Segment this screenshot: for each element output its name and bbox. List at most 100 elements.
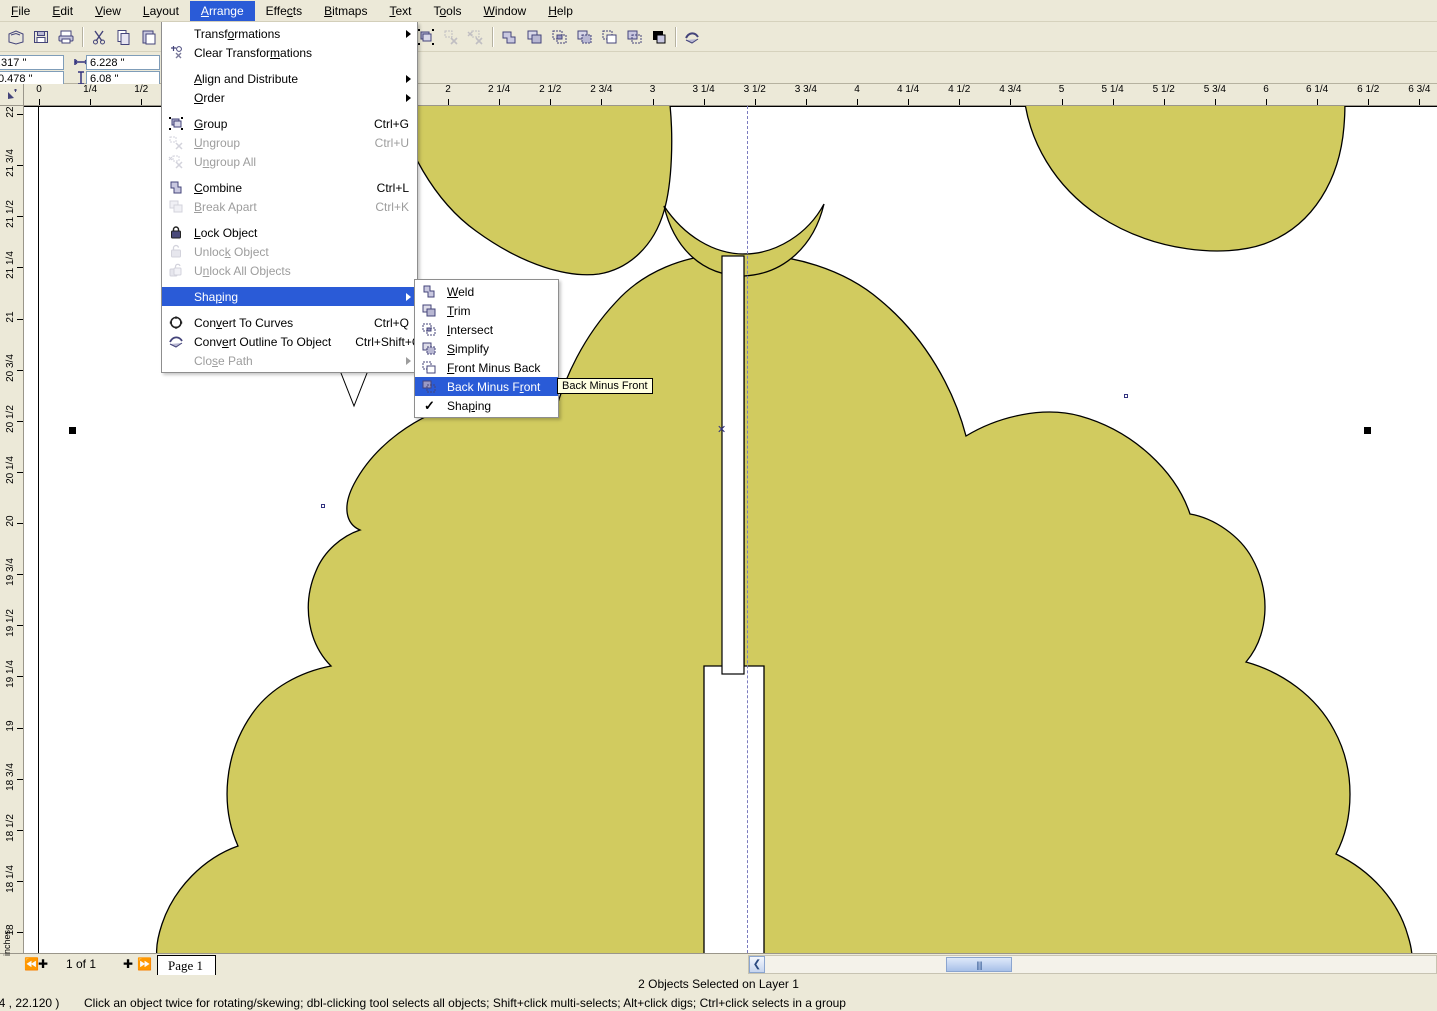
- arrange-menu-item-convert-outline-to-object[interactable]: Convert Outline To Object Ctrl+Shift+Q: [162, 332, 421, 351]
- convert-outline-icon[interactable]: [680, 25, 704, 49]
- shaping-submenu[interactable]: Weld Trim Intersect Simplify Front Minus Bac…: [414, 279, 559, 418]
- arrange-menu-item-clear-transformations[interactable]: Clear Transformations: [162, 43, 417, 62]
- shaping-menu-item-simplify[interactable]: Simplify: [415, 339, 558, 358]
- ruler-tick: [17, 369, 23, 371]
- menu-item-label: Break Apart: [194, 199, 257, 214]
- menubar-item-effects[interactable]: Effects: [255, 1, 313, 21]
- menu-item-label: Trim: [447, 303, 471, 318]
- menubar-item-layout[interactable]: Layout: [132, 1, 190, 21]
- submenu-arrow-icon: [406, 292, 411, 301]
- ruler-label: 21 1/2: [5, 200, 16, 229]
- scroll-left-icon[interactable]: ❮: [749, 956, 765, 973]
- arrange-menu-item-ungroup: Ungroup Ctrl+U: [162, 133, 417, 152]
- ruler-label: 19: [5, 719, 16, 732]
- menubar-item-help[interactable]: Help: [537, 1, 584, 21]
- ruler-tick: [499, 99, 501, 105]
- menu-item-label: Combine: [194, 180, 243, 195]
- menu-separator: [164, 110, 415, 111]
- scroll-thumb-grip[interactable]: ||||: [946, 957, 1012, 972]
- menu-item-label: Simplify: [447, 341, 490, 356]
- check-icon: ✓: [424, 398, 435, 413]
- open-icon[interactable]: [4, 25, 28, 49]
- center-guideline: [747, 106, 748, 953]
- menu-item-label: Transformations: [194, 26, 281, 41]
- weld-icon[interactable]: [497, 25, 521, 49]
- arrange-menu[interactable]: Transformations Clear Transformations Alig…: [161, 22, 421, 373]
- arrange-menu-item-align-and-distribute[interactable]: Align and Distribute: [162, 69, 417, 88]
- first-page-icon[interactable]: ⏪: [24, 957, 39, 971]
- ruler-label: 4 1/4: [897, 84, 920, 95]
- selection-handle-right[interactable]: [1364, 427, 1371, 434]
- ungroup-all-icon: [464, 25, 488, 49]
- menubar-item-bitmaps[interactable]: Bitmaps: [313, 1, 378, 21]
- curve-node-marker[interactable]: [1124, 394, 1128, 398]
- menubar-item-tools[interactable]: Tools: [422, 1, 472, 21]
- ruler-tick: [17, 267, 23, 269]
- object-width-field[interactable]: 6.228 ": [86, 55, 160, 70]
- print-icon[interactable]: [54, 25, 78, 49]
- arrange-menu-item-convert-to-curves[interactable]: Convert To Curves Ctrl+Q: [162, 313, 417, 332]
- add-page-left-icon[interactable]: ✚: [38, 957, 48, 971]
- ruler-label: 4 3/4: [999, 84, 1022, 95]
- menu-item-label: Weld: [447, 284, 475, 299]
- menu-item-shortcut: Ctrl+Shift+Q: [355, 334, 422, 349]
- shaping-menu-item-back-minus-front[interactable]: Back Minus Front: [415, 377, 558, 396]
- ruler-label: 0: [36, 84, 42, 95]
- menubar-item-edit[interactable]: Edit: [41, 1, 84, 21]
- page-tab-page-1[interactable]: Page 1: [157, 955, 217, 976]
- back-minus-front-icon[interactable]: [622, 25, 646, 49]
- selection-handle-left[interactable]: [69, 427, 76, 434]
- menu-item-label: Shaping: [194, 289, 239, 304]
- menubar-item-file[interactable]: File: [0, 1, 41, 21]
- menu-item-label: Order: [194, 90, 225, 105]
- ruler-label: 5 3/4: [1203, 84, 1226, 95]
- menubar-item-text[interactable]: Text: [378, 1, 422, 21]
- horizontal-scrollbar[interactable]: ❮ ||||: [748, 955, 1437, 974]
- ruler-tick: [908, 99, 910, 105]
- ruler-tick: [17, 471, 23, 473]
- combine-icon: [167, 179, 185, 196]
- ruler-tick: [1266, 99, 1267, 105]
- arrange-menu-item-shaping[interactable]: Shaping: [162, 287, 417, 306]
- object-x-field[interactable]: .317 ": [0, 55, 64, 70]
- ruler-tick: [1163, 99, 1165, 105]
- ruler-origin-icon[interactable]: [0, 84, 24, 106]
- arrange-menu-item-group[interactable]: Group Ctrl+G: [162, 114, 417, 133]
- menubar-item-view[interactable]: View: [84, 1, 132, 21]
- paste-icon[interactable]: [137, 25, 161, 49]
- menu-separator: [164, 283, 415, 284]
- ruler-label: 22: [5, 106, 16, 118]
- menu-item-label: Unlock All Objects: [194, 263, 291, 278]
- arrange-menu-item-transformations[interactable]: Transformations: [162, 24, 417, 43]
- trim-icon[interactable]: [522, 25, 546, 49]
- ruler-tick: [754, 99, 756, 105]
- ruler-tick: [141, 99, 143, 105]
- simplify-icon[interactable]: [572, 25, 596, 49]
- intersect-icon[interactable]: [547, 25, 571, 49]
- menubar-item-window[interactable]: Window: [473, 1, 538, 21]
- curve-node-marker[interactable]: [321, 504, 325, 508]
- ruler-label: 21 1/4: [5, 251, 16, 280]
- boundary-icon[interactable]: [647, 25, 671, 49]
- shaping-menu-item-shaping[interactable]: ✓ Shaping: [415, 396, 558, 415]
- shaping-menu-item-front-minus-back[interactable]: Front Minus Back: [415, 358, 558, 377]
- menubar-item-arrange[interactable]: Arrange: [189, 0, 255, 21]
- ruler-label: 6 1/4: [1306, 84, 1329, 95]
- vertical-ruler[interactable]: 22 21 3/4 21 1/2 21 1/4 21 20 3/4 20 1/2 20 1/4…: [0, 106, 24, 953]
- shaping-menu-item-weld[interactable]: Weld: [415, 282, 558, 301]
- ruler-tick: [805, 99, 807, 105]
- add-page-right-icon[interactable]: ✚: [123, 957, 133, 971]
- last-page-icon[interactable]: ⏩: [137, 957, 152, 971]
- arrange-menu-item-order[interactable]: Order: [162, 88, 417, 107]
- arrange-menu-item-combine[interactable]: Combine Ctrl+L: [162, 178, 417, 197]
- front-minus-back-icon[interactable]: [597, 25, 621, 49]
- ruler-tick: [17, 727, 23, 729]
- shaping-menu-item-trim[interactable]: Trim: [415, 301, 558, 320]
- ruler-label: 6 3/4: [1408, 84, 1431, 95]
- cut-icon[interactable]: [87, 25, 111, 49]
- ruler-label: 5 1/2: [1152, 84, 1175, 95]
- shaping-menu-item-intersect[interactable]: Intersect: [415, 320, 558, 339]
- save-icon[interactable]: [29, 25, 53, 49]
- arrange-menu-item-lock-object[interactable]: Lock Object: [162, 223, 417, 242]
- copy-icon[interactable]: [112, 25, 136, 49]
